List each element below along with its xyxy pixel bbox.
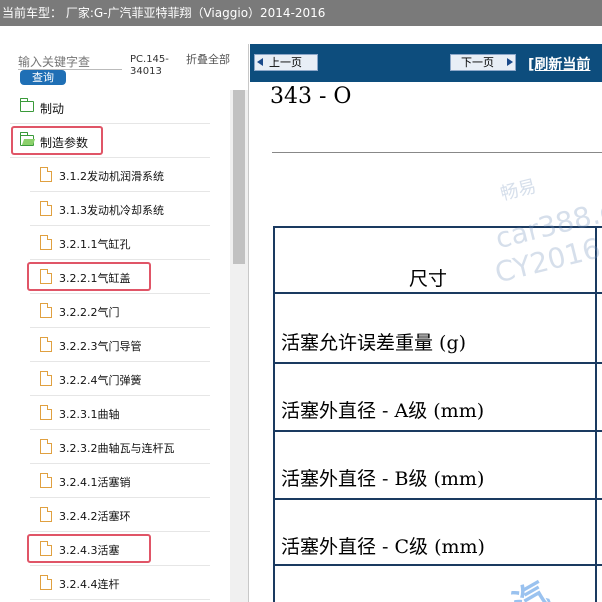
tree-page-item[interactable]: 3.2.4.4连杆 bbox=[30, 566, 210, 600]
search-area: 查询 PC.145-34013 折叠全部 bbox=[0, 44, 230, 90]
tree-page-item[interactable]: 3.2.3.1曲轴 bbox=[30, 396, 210, 430]
left-panel-scrollbar[interactable] bbox=[230, 90, 248, 602]
previous-page-label: 上一页 bbox=[269, 56, 302, 69]
tree-folder-item[interactable]: 制动 bbox=[10, 90, 210, 124]
document-icon bbox=[40, 575, 52, 590]
table-row-label: 活塞外直径 - B级 (mm) bbox=[281, 468, 485, 490]
document-icon bbox=[40, 439, 52, 454]
next-page-button[interactable]: 下一页 bbox=[450, 54, 516, 71]
tree-page-item[interactable]: 3.2.4.2活塞环 bbox=[30, 498, 210, 532]
tree-page-item[interactable]: 3.1.3发动机冷却系统 bbox=[30, 192, 210, 226]
table-column-header: 尺寸 bbox=[409, 268, 448, 290]
tree-item-label: 3.1.2发动机润滑系统 bbox=[59, 170, 164, 183]
arrow-left-icon bbox=[257, 58, 263, 66]
fold-all-button[interactable]: 折叠全部 bbox=[186, 54, 230, 66]
document-icon bbox=[40, 337, 52, 352]
tree-item-label: 3.2.4.4连杆 bbox=[59, 578, 120, 591]
tree-item-label: 3.2.4.1活塞销 bbox=[59, 476, 131, 489]
tree-item-label: 3.1.3发动机冷却系统 bbox=[59, 204, 164, 217]
spec-table: 尺寸 活塞允许误差重量 (g) 活塞外直径 - A级 (mm) 活塞外直径 - … bbox=[273, 226, 602, 602]
document-icon bbox=[40, 473, 52, 488]
document-icon bbox=[40, 167, 52, 182]
arrow-right-icon bbox=[507, 58, 513, 66]
tree-item-label: 3.2.2.4气门弹簧 bbox=[59, 374, 142, 387]
highlight-box bbox=[27, 262, 151, 291]
table-row-label: 活塞外直径 - A级 (mm) bbox=[281, 400, 485, 422]
tree-item-label: 3.2.2.3气门导管 bbox=[59, 340, 142, 353]
table-row-label: 活塞外直径 - C级 (mm) bbox=[281, 536, 485, 558]
document-icon bbox=[40, 235, 52, 250]
tree-page-item[interactable]: 3.2.2.2气门 bbox=[30, 294, 210, 328]
tree-page-item[interactable]: 3.2.4.1活塞销 bbox=[30, 464, 210, 498]
search-button[interactable]: 查询 bbox=[20, 70, 66, 85]
tree-item-label: 制动 bbox=[40, 102, 65, 116]
document-icon bbox=[40, 201, 52, 216]
highlight-box bbox=[11, 126, 103, 155]
scrollbar-thumb[interactable] bbox=[233, 90, 245, 264]
previous-page-button[interactable]: 上一页 bbox=[254, 54, 318, 71]
folder-icon bbox=[20, 98, 34, 112]
highlight-box bbox=[27, 534, 151, 563]
table-row-divider bbox=[275, 362, 602, 364]
heading-divider bbox=[272, 152, 602, 153]
document-icon bbox=[40, 507, 52, 522]
document-heading: 343 - O bbox=[270, 84, 352, 109]
table-row-divider bbox=[275, 292, 602, 294]
next-page-label: 下一页 bbox=[461, 56, 494, 69]
pc-code-label: PC.145-34013 bbox=[130, 54, 169, 77]
tree-item-label: 3.2.4.2活塞环 bbox=[59, 510, 131, 523]
tree-item-label: 3.2.2.2气门 bbox=[59, 306, 120, 319]
tree-item-label: 3.2.1.1气缸孔 bbox=[59, 238, 131, 251]
window-title-bar: 当前车型： 厂家:G-广汽菲亚特菲翔（Viaggio）2014-2016 bbox=[0, 0, 602, 26]
left-panel: 查询 PC.145-34013 折叠全部 制动制造参数3.1.2发动机润滑系统3… bbox=[0, 44, 249, 602]
tree-page-item[interactable]: 3.1.2发动机润滑系统 bbox=[30, 158, 210, 192]
header-spacer bbox=[0, 26, 602, 44]
current-vehicle-label: 当前车型： 厂家:G-广汽菲亚特菲翔（Viaggio）2014-2016 bbox=[2, 6, 326, 20]
table-row-label: 活塞允许误差重量 (g) bbox=[281, 332, 467, 354]
tree-item-label: 3.2.3.1曲轴 bbox=[59, 408, 120, 421]
document-icon bbox=[40, 303, 52, 318]
tree-page-item[interactable]: 3.2.1.1气缸孔 bbox=[30, 226, 210, 260]
search-input[interactable] bbox=[18, 54, 122, 70]
document-icon bbox=[40, 405, 52, 420]
table-row-divider bbox=[275, 430, 602, 432]
tree-page-item[interactable]: 3.2.3.2曲轴瓦与连杆瓦 bbox=[30, 430, 210, 464]
tree-page-item[interactable]: 3.2.2.4气门弹簧 bbox=[30, 362, 210, 396]
tree-item-label: 3.2.3.2曲轴瓦与连杆瓦 bbox=[59, 442, 175, 455]
document-nav-bar: 上一页 下一页 [刷新当前 bbox=[250, 44, 602, 82]
tree-page-item[interactable]: 3.2.2.3气门导管 bbox=[30, 328, 210, 362]
table-row-divider bbox=[275, 498, 602, 500]
refresh-current-link[interactable]: [刷新当前 bbox=[528, 54, 590, 74]
document-icon bbox=[40, 371, 52, 386]
